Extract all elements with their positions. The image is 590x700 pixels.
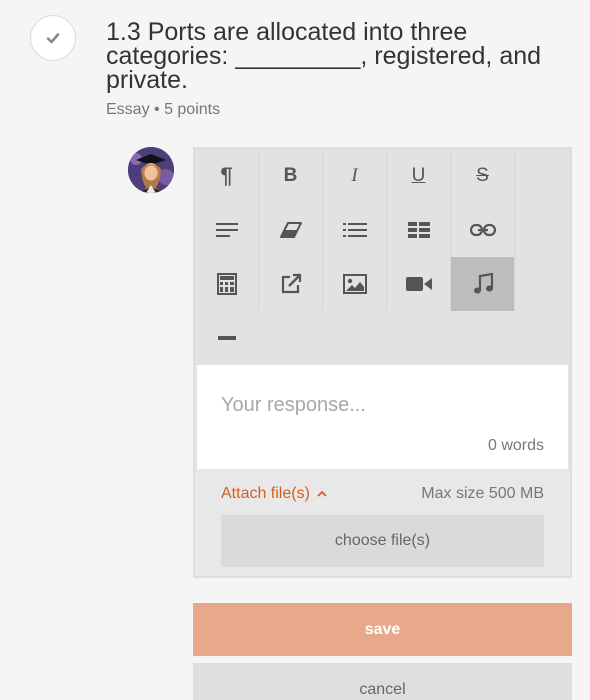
bullet-list-button[interactable]: [323, 203, 387, 257]
editor-toolbar: ¶ B I U S: [195, 149, 570, 365]
horizontal-rule-icon: [218, 336, 236, 340]
eraser-icon: [279, 222, 302, 238]
align-left-icon: [215, 223, 238, 237]
strikethrough-button[interactable]: S: [451, 149, 515, 203]
choose-files-button[interactable]: choose file(s): [221, 515, 544, 567]
question-text: 1.3 Ports are allocated into three categ…: [106, 18, 542, 94]
attach-files-toggle[interactable]: Attach file(s): [221, 485, 328, 503]
cancel-button[interactable]: cancel: [193, 663, 572, 700]
music-note-icon: [473, 273, 493, 294]
italic-button[interactable]: I: [323, 149, 387, 203]
question-status-circle: [30, 15, 76, 61]
check-icon: [46, 33, 60, 44]
bold-icon: B: [283, 165, 298, 186]
response-input[interactable]: Your response... 0 words: [197, 365, 568, 469]
link-icon: [469, 223, 496, 237]
table-button[interactable]: [387, 203, 451, 257]
embed-button[interactable]: [259, 257, 323, 311]
video-camera-icon: [405, 277, 432, 291]
audio-button[interactable]: [451, 257, 515, 311]
essay-editor: ¶ B I U S Your response... 0 words Attac…: [193, 147, 572, 578]
align-button[interactable]: [195, 203, 259, 257]
question-meta: Essay • 5 points: [106, 101, 221, 118]
response-placeholder: Your response...: [221, 394, 366, 416]
horizontal-rule-button[interactable]: [195, 311, 259, 365]
underline-icon: U: [411, 165, 426, 186]
strikethrough-icon: S: [476, 165, 489, 186]
paragraph-button[interactable]: ¶: [195, 149, 259, 203]
table-icon: [407, 222, 430, 238]
link-button[interactable]: [451, 203, 515, 257]
equation-button[interactable]: [195, 257, 259, 311]
chevron-up-icon: [317, 490, 328, 497]
attach-files-label: Attach file(s): [221, 485, 310, 502]
word-count: 0 words: [487, 437, 544, 454]
video-button[interactable]: [387, 257, 451, 311]
calculator-icon: [216, 273, 237, 295]
image-icon: [342, 274, 367, 294]
max-size-text: Max size 500 MB: [421, 485, 544, 502]
underline-button[interactable]: U: [387, 149, 451, 203]
list-icon: [342, 223, 367, 237]
clear-format-button[interactable]: [259, 203, 323, 257]
image-button[interactable]: [323, 257, 387, 311]
bold-button[interactable]: B: [259, 149, 323, 203]
save-button[interactable]: save: [193, 603, 572, 656]
italic-icon: I: [351, 165, 358, 186]
avatar: [128, 147, 174, 193]
paragraph-icon: ¶: [220, 163, 233, 188]
attachments-section: Attach file(s) Max size 500 MB choose fi…: [195, 469, 570, 576]
external-link-icon: [281, 273, 301, 294]
